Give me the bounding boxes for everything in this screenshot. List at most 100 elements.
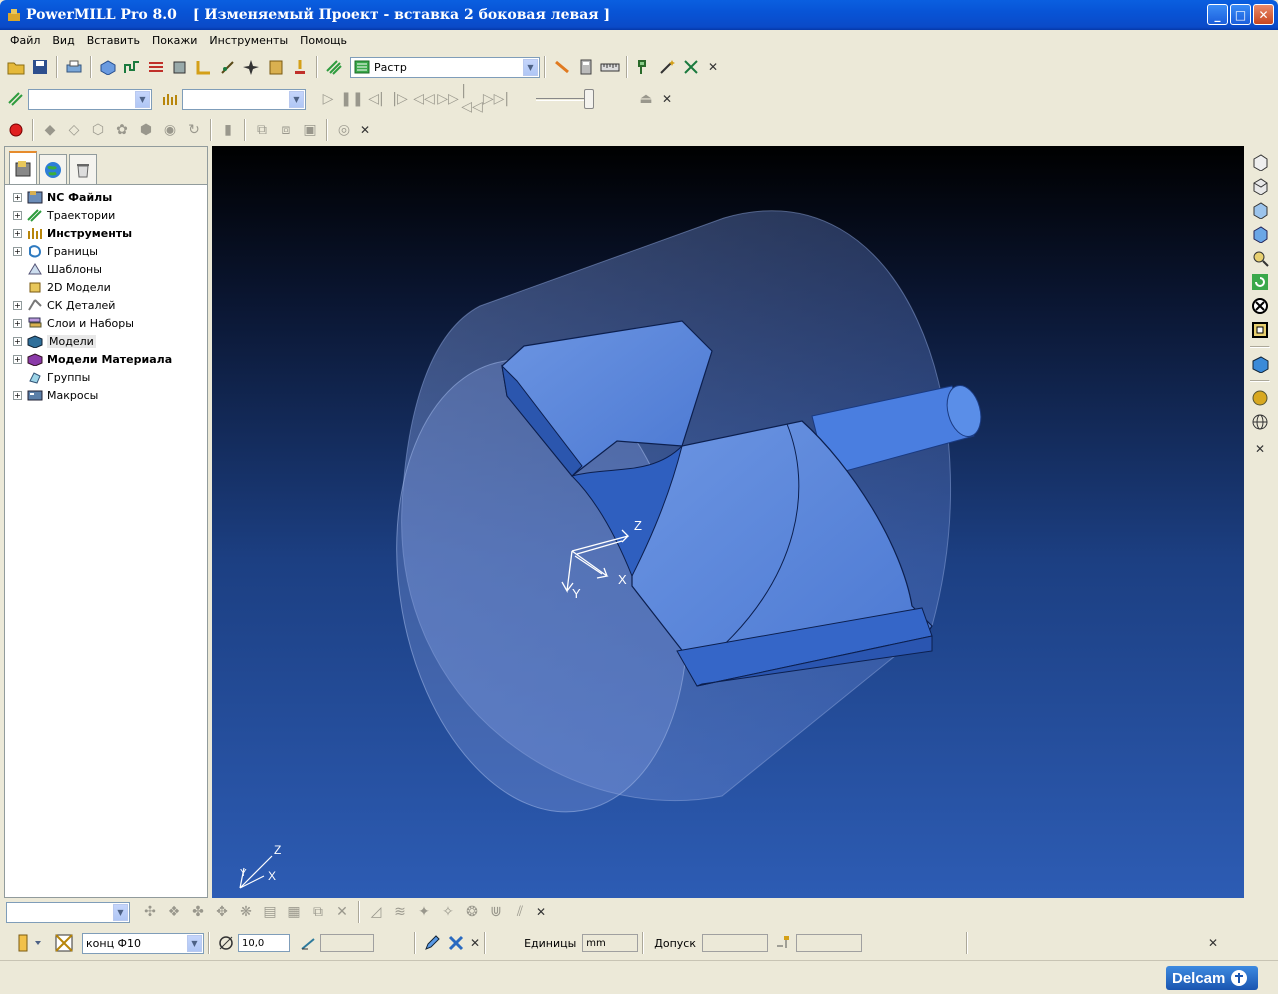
tab-html[interactable] bbox=[39, 154, 67, 184]
dynamic-image-icon[interactable]: ◇ bbox=[64, 120, 84, 140]
close-button[interactable]: ✕ bbox=[1253, 4, 1274, 25]
tab-recycle-bin[interactable] bbox=[69, 154, 97, 184]
tool-holder-icon[interactable] bbox=[634, 57, 654, 77]
menu-file[interactable]: Файл bbox=[4, 34, 46, 47]
menu-insert[interactable]: Вставить bbox=[81, 34, 146, 47]
toolbar-close-icon[interactable]: ✕ bbox=[470, 936, 480, 950]
menu-help[interactable]: Помощь bbox=[294, 34, 353, 47]
play-icon[interactable]: ▷ bbox=[318, 89, 338, 109]
speed-slider[interactable] bbox=[536, 89, 596, 109]
diameter-field[interactable]: 10,0 bbox=[238, 934, 290, 952]
strategy-select[interactable]: Растр ▼ bbox=[350, 56, 540, 78]
tolerance-field[interactable] bbox=[702, 934, 768, 952]
tool-name-select[interactable]: конц Ф10 ▼ bbox=[82, 932, 204, 954]
model-tool-5-icon[interactable]: ❋ bbox=[236, 902, 256, 922]
toolbar-close-icon[interactable]: ✕ bbox=[708, 60, 718, 74]
model-tool-4-icon[interactable]: ✥ bbox=[212, 902, 232, 922]
expand-icon[interactable]: + bbox=[13, 300, 22, 310]
view-iso-2-icon[interactable] bbox=[1249, 175, 1271, 197]
tree-item-patterns[interactable]: Шаблоны bbox=[5, 260, 207, 278]
go-to-end-icon[interactable]: ▷▷| bbox=[483, 89, 509, 109]
model-tool-12-icon[interactable]: ✦ bbox=[414, 902, 434, 922]
pause-icon[interactable]: ❚❚ bbox=[340, 89, 363, 109]
leads-links-icon[interactable] bbox=[122, 57, 142, 77]
model-tool-11-icon[interactable]: ≋ bbox=[390, 902, 410, 922]
viewmill-toggle-icon[interactable] bbox=[6, 120, 26, 140]
tree-item-levels-sets[interactable]: + Слои и Наборы bbox=[5, 314, 207, 332]
menu-show[interactable]: Покажи bbox=[146, 34, 203, 47]
save-view-icon[interactable]: ▣ bbox=[300, 120, 320, 140]
expand-icon[interactable]: + bbox=[13, 336, 22, 346]
go-to-start-icon[interactable]: |◁◁ bbox=[461, 83, 483, 115]
open-folder-icon[interactable] bbox=[6, 57, 26, 77]
tree-item-models[interactable]: + Модели bbox=[5, 332, 207, 350]
tool-select-icon[interactable] bbox=[160, 89, 180, 109]
toolpath-select[interactable]: ▼ bbox=[28, 88, 152, 110]
tree-item-macros[interactable]: + Макросы bbox=[5, 386, 207, 404]
tool-database-icon[interactable] bbox=[266, 57, 286, 77]
fast-forward-icon[interactable]: ▷▷ bbox=[437, 89, 459, 109]
drill-icon[interactable] bbox=[552, 57, 572, 77]
ruler-icon[interactable] bbox=[600, 57, 620, 77]
view-iso-4-icon[interactable] bbox=[1249, 223, 1271, 245]
tree-item-2d-models[interactable]: 2D Модели bbox=[5, 278, 207, 296]
directional-shading-icon[interactable]: ⬢ bbox=[136, 120, 156, 140]
plain-shading-icon[interactable]: ⬡ bbox=[88, 120, 108, 140]
tool-select[interactable]: ▼ bbox=[182, 88, 306, 110]
rainbow-shading-icon[interactable]: ✿ bbox=[112, 120, 132, 140]
zoom-box-icon[interactable] bbox=[1249, 319, 1271, 341]
save-icon[interactable] bbox=[30, 57, 50, 77]
transform-icon[interactable] bbox=[682, 57, 702, 77]
cycle-shading-icon[interactable]: ↻ bbox=[184, 120, 204, 140]
model-tool-10-icon[interactable]: ◿ bbox=[366, 902, 386, 922]
expand-icon[interactable]: + bbox=[13, 210, 22, 220]
tree-item-stock-models[interactable]: + Модели Материала bbox=[5, 350, 207, 368]
rapid-move-heights-icon[interactable] bbox=[146, 57, 166, 77]
tool-create-icon[interactable] bbox=[14, 933, 44, 953]
view-iso-3-icon[interactable] bbox=[1249, 199, 1271, 221]
refresh-icon[interactable] bbox=[1249, 271, 1271, 293]
expand-icon[interactable]: + bbox=[13, 390, 22, 400]
wand-icon[interactable] bbox=[658, 57, 678, 77]
tree-item-toolpaths[interactable]: + Траектории bbox=[5, 206, 207, 224]
wireframe-globe-icon[interactable] bbox=[1249, 411, 1271, 433]
menu-view[interactable]: Вид bbox=[46, 34, 80, 47]
minimize-button[interactable]: _ bbox=[1207, 4, 1228, 25]
model-tool-15-icon[interactable]: ⋓ bbox=[486, 902, 506, 922]
model-tool-2-icon[interactable]: ❖ bbox=[164, 902, 184, 922]
toolpath-connections-icon[interactable] bbox=[242, 57, 262, 77]
model-tool-16-icon[interactable]: ⫽ bbox=[510, 902, 530, 922]
step-back-icon[interactable]: ◁| bbox=[366, 89, 386, 109]
expand-icon[interactable]: + bbox=[13, 354, 22, 364]
tool-x-icon[interactable] bbox=[446, 933, 466, 953]
tree-item-workplanes[interactable]: + СК Деталей bbox=[5, 296, 207, 314]
model-select[interactable]: ▼ bbox=[6, 901, 130, 923]
model-tool-9-icon[interactable]: ✕ bbox=[332, 902, 352, 922]
end-point-icon[interactable] bbox=[194, 57, 214, 77]
stock-compare-icon[interactable]: ⧈ bbox=[276, 120, 296, 140]
zoom-icon[interactable] bbox=[1249, 247, 1271, 269]
model-tool-14-icon[interactable]: ❂ bbox=[462, 902, 482, 922]
tool-pattern-icon[interactable] bbox=[54, 933, 74, 953]
view-toolbar-close-icon[interactable]: ✕ bbox=[1255, 442, 1265, 456]
block-icon[interactable] bbox=[98, 57, 118, 77]
feeds-speeds-icon[interactable] bbox=[218, 57, 238, 77]
simulate-icon[interactable] bbox=[290, 57, 310, 77]
tree-item-nc-files[interactable]: + NC Файлы bbox=[5, 188, 207, 206]
tab-explorer[interactable] bbox=[9, 151, 37, 184]
stock-model-icon[interactable]: ⧉ bbox=[252, 120, 272, 140]
eject-icon[interactable]: ⏏ bbox=[636, 89, 656, 109]
model-tool-1-icon[interactable]: ✣ bbox=[140, 902, 160, 922]
expand-icon[interactable]: + bbox=[13, 318, 22, 328]
toolbar-close-icon[interactable]: ✕ bbox=[360, 123, 370, 137]
model-tool-6-icon[interactable]: ▤ bbox=[260, 902, 280, 922]
slider-thumb[interactable] bbox=[584, 89, 594, 109]
menu-tools[interactable]: Инструменты bbox=[203, 34, 294, 47]
expand-icon[interactable]: + bbox=[13, 228, 22, 238]
toolbar-close-icon[interactable]: ✕ bbox=[662, 92, 672, 106]
edit-pencil-icon[interactable] bbox=[422, 933, 442, 953]
expand-icon[interactable]: + bbox=[13, 246, 22, 256]
toolbar-close-icon[interactable]: ✕ bbox=[536, 905, 546, 919]
toolbar-close-icon[interactable]: ✕ bbox=[1208, 936, 1218, 950]
view-iso-1-icon[interactable] bbox=[1249, 151, 1271, 173]
